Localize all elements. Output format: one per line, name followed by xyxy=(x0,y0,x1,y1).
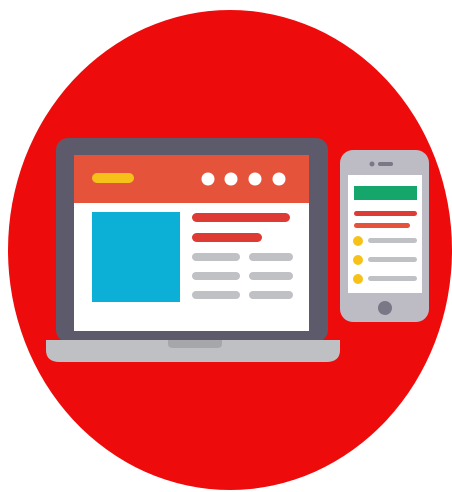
bullet-icon xyxy=(353,274,363,284)
laptop-icon xyxy=(46,138,340,362)
phone-camera xyxy=(369,161,375,167)
logo-placeholder xyxy=(92,173,134,183)
smartphone-icon xyxy=(340,150,429,322)
phone-speaker xyxy=(378,162,393,166)
responsive-design-illustration xyxy=(8,10,452,490)
bullet-icon xyxy=(353,255,363,265)
phone-heading-line xyxy=(354,211,417,216)
subheading-line xyxy=(192,233,262,242)
laptop-base-notch xyxy=(168,340,222,348)
phone-subheading-line xyxy=(354,223,410,228)
phone-header-bar xyxy=(354,186,417,200)
image-placeholder xyxy=(92,212,180,302)
home-button-icon xyxy=(378,301,392,315)
heading-line xyxy=(192,213,290,222)
bullet-icon xyxy=(353,236,363,246)
